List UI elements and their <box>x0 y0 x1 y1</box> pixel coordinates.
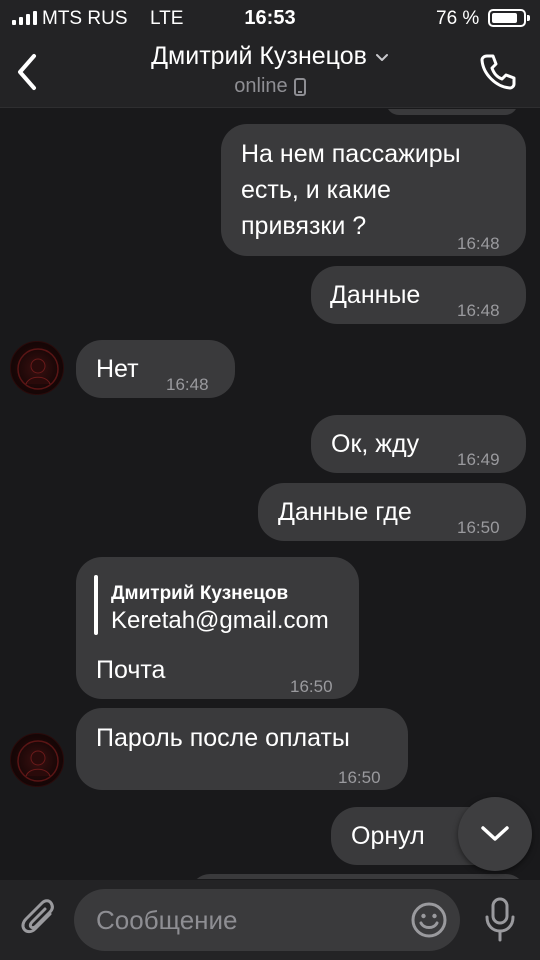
message-time: 16:49 <box>457 450 500 469</box>
message-text: Почта <box>96 656 166 684</box>
message-time: 16:48 <box>457 234 500 253</box>
status-bar: MTS RUS LTE 16:53 76 % <box>0 0 540 36</box>
chevron-down-icon <box>375 53 388 61</box>
reply-quote-bar <box>94 575 98 635</box>
message-time: 16:50 <box>338 768 381 787</box>
mobile-device-icon <box>293 77 306 96</box>
message-bubble-outgoing[interactable]: На нем пассажиры есть, и какие привязки … <box>221 124 526 256</box>
avatar-image-icon <box>17 740 59 782</box>
message-time: 16:48 <box>166 375 209 394</box>
message-bubble-incoming[interactable]: Нет 16:48 <box>76 340 235 398</box>
message-bubble-outgoing[interactable]: Данные 16:48 <box>311 266 526 324</box>
reply-text: Keretah@gmail.com <box>111 607 329 634</box>
message-text: Ок, жду <box>331 430 420 458</box>
message-bubble-partial <box>386 109 518 115</box>
online-status-label: online <box>234 75 288 97</box>
phone-icon <box>480 54 516 90</box>
chat-title-area[interactable]: Дмитрий Кузнецов online <box>0 42 540 98</box>
call-button[interactable] <box>478 52 522 92</box>
contact-avatar[interactable] <box>10 341 64 395</box>
message-text: Данные <box>330 281 421 309</box>
message-text: Орнул <box>351 822 425 850</box>
message-bubble-partial <box>190 874 526 879</box>
voice-message-button[interactable] <box>480 896 520 944</box>
message-bubble-incoming[interactable]: Пароль после оплаты 16:50 <box>76 708 408 790</box>
contact-avatar[interactable] <box>10 733 64 787</box>
microphone-icon <box>485 897 515 942</box>
battery-icon <box>488 9 530 27</box>
message-composer <box>0 880 540 960</box>
contact-status: online <box>234 75 306 98</box>
smiley-icon <box>411 902 447 938</box>
message-time: 16:50 <box>457 518 500 537</box>
message-bubble-outgoing[interactable]: Данные где 16:50 <box>258 483 526 541</box>
message-text: Нет <box>96 355 139 383</box>
contact-name-label: Дмитрий Кузнецов <box>151 42 367 70</box>
contact-name[interactable]: Дмитрий Кузнецов <box>151 42 389 71</box>
message-list[interactable]: На нем пассажиры есть, и какие привязки … <box>0 109 540 879</box>
message-bubble-incoming-reply[interactable]: Дмитрий Кузнецов Keretah@gmail.com Почта… <box>76 557 359 699</box>
battery-percentage: 76 % <box>436 8 480 29</box>
chat-header: MTS RUS LTE 16:53 76 % Дмитрий Кузнецов … <box>0 0 540 108</box>
message-bubble-outgoing[interactable]: Ок, жду 16:49 <box>311 415 526 473</box>
message-text: Пароль после оплаты <box>96 724 350 752</box>
message-text: На нем пассажиры есть, и какие привязки … <box>241 140 461 240</box>
attach-button[interactable] <box>20 898 60 942</box>
message-text: Данные где <box>278 498 412 526</box>
emoji-button[interactable] <box>410 901 448 939</box>
paperclip-icon <box>21 899 54 934</box>
message-time: 16:50 <box>290 677 333 696</box>
message-input[interactable] <box>74 889 460 951</box>
avatar-image-icon <box>17 348 59 390</box>
chevron-down-icon <box>481 826 509 841</box>
message-time: 16:48 <box>457 301 500 320</box>
scroll-to-bottom-button[interactable] <box>458 797 532 871</box>
